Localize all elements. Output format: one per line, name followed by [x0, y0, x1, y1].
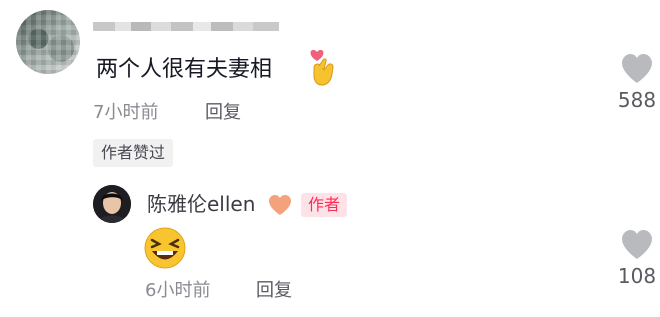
- commenter-name-blurred[interactable]: [93, 13, 279, 31]
- heart-icon[interactable]: [620, 229, 654, 260]
- heart-icon[interactable]: [620, 53, 654, 84]
- comment-text: 两个人很有夫妻相: [96, 57, 273, 82]
- author-badge: 作者: [301, 193, 348, 217]
- author-liked-tag: 作者赞过: [93, 139, 174, 167]
- finger-heart-emoji: [310, 49, 334, 86]
- commenter-avatar[interactable]: [16, 10, 80, 74]
- reply-like-count: 108: [617, 264, 657, 288]
- reply-avatar[interactable]: [93, 185, 131, 223]
- reply-like-button[interactable]: 108: [607, 229, 660, 288]
- comment-reply-button[interactable]: 回复: [205, 101, 241, 125]
- reply-timestamp: 6小时前: [145, 280, 211, 301]
- reply-reply-button[interactable]: 回复: [256, 279, 292, 303]
- comment-timestamp: 7小时前: [93, 102, 159, 123]
- comment-like-button[interactable]: 588: [607, 53, 660, 112]
- comment-like-count: 588: [617, 88, 657, 112]
- reply-avatar-image: [93, 185, 131, 223]
- orange-heart-emoji: [269, 195, 291, 215]
- reply-username[interactable]: 陈雅伦ellen: [147, 190, 255, 218]
- laughing-face-emoji: [144, 227, 186, 269]
